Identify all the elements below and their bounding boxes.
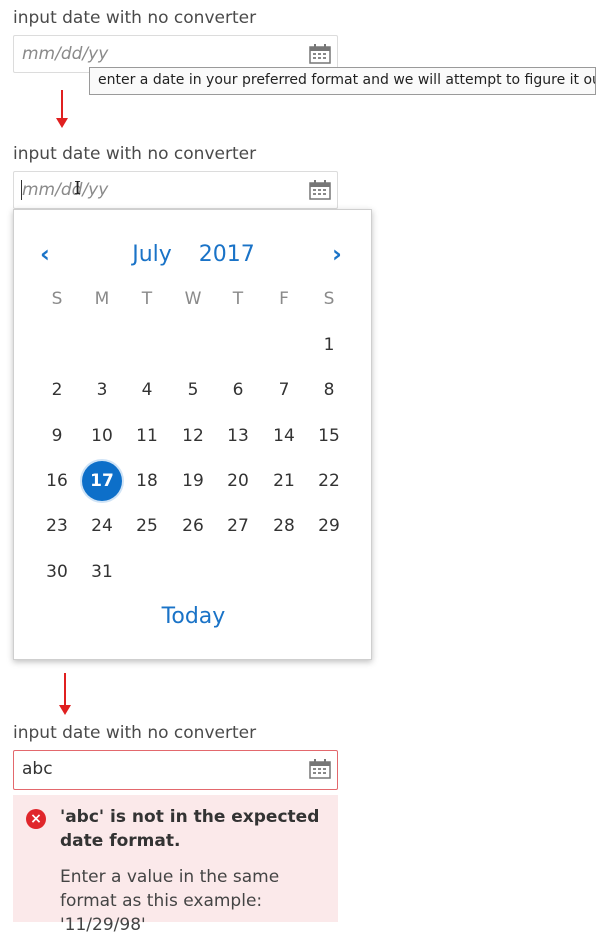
- error-icon: ×: [26, 809, 46, 829]
- weekday-header: M: [94, 289, 110, 309]
- date-field-label-2: input date with no converter: [13, 144, 257, 164]
- calendar-day[interactable]: 27: [218, 508, 258, 544]
- year-selector[interactable]: 2017: [199, 242, 255, 267]
- calendar-day[interactable]: 16: [37, 463, 77, 499]
- calendar-icon[interactable]: [309, 759, 331, 779]
- calendar-day[interactable]: 31: [82, 554, 122, 590]
- weekday-header: S: [51, 289, 63, 309]
- month-selector[interactable]: July: [132, 242, 172, 267]
- calendar-day[interactable]: 30: [37, 554, 77, 590]
- weekday-header: W: [184, 289, 202, 309]
- calendar-day[interactable]: 14: [264, 418, 304, 454]
- calendar-day[interactable]: 22: [309, 463, 349, 499]
- calendar-day[interactable]: 8: [309, 372, 349, 408]
- calendar-day[interactable]: 21: [264, 463, 304, 499]
- down-arrow-icon: [58, 673, 72, 719]
- calendar-day[interactable]: 26: [173, 508, 213, 544]
- calendar-day[interactable]: 4: [127, 372, 167, 408]
- calendar-day[interactable]: 25: [127, 508, 167, 544]
- calendar-day[interactable]: 7: [264, 372, 304, 408]
- today-button[interactable]: Today: [14, 604, 373, 629]
- calendar-day[interactable]: 13: [218, 418, 258, 454]
- calendar-icon[interactable]: [309, 180, 331, 200]
- weekday-header: F: [279, 289, 289, 309]
- input-hint-tooltip: enter a date in your preferred format an…: [89, 67, 596, 95]
- date-picker-popup: ‹ July 2017 › S M T W T F S 1 2 3 4 5 6 7 8 9 10 11 12 13 14…: [13, 209, 372, 660]
- down-arrow-icon: [55, 90, 69, 130]
- date-input-2[interactable]: mm/dd/yy I: [13, 171, 338, 209]
- calendar-day-selected[interactable]: 17: [82, 461, 122, 501]
- calendar-day[interactable]: 10: [82, 418, 122, 454]
- date-placeholder: mm/dd/yy: [22, 180, 109, 200]
- calendar-day[interactable]: 6: [218, 372, 258, 408]
- calendar-day[interactable]: 2: [37, 372, 77, 408]
- month-year-header: July 2017: [14, 242, 373, 267]
- calendar-day[interactable]: 29: [309, 508, 349, 544]
- weekday-header: T: [141, 289, 153, 309]
- next-month-icon[interactable]: ›: [332, 240, 342, 268]
- date-field-label-1: input date with no converter: [13, 8, 257, 28]
- calendar-day[interactable]: 9: [37, 418, 77, 454]
- weekday-header: T: [232, 289, 244, 309]
- calendar-icon[interactable]: [309, 44, 331, 64]
- calendar-day[interactable]: 11: [127, 418, 167, 454]
- calendar-day[interactable]: 20: [218, 463, 258, 499]
- date-input-value: abc: [22, 759, 53, 779]
- calendar-day[interactable]: 23: [37, 508, 77, 544]
- calendar-day[interactable]: 28: [264, 508, 304, 544]
- validation-error-message: × 'abc' is not in the expected date form…: [13, 795, 338, 935]
- calendar-day[interactable]: 18: [127, 463, 167, 499]
- calendar-day[interactable]: 24: [82, 508, 122, 544]
- calendar-day[interactable]: 5: [173, 372, 213, 408]
- calendar-day[interactable]: 1: [309, 327, 349, 363]
- calendar-day[interactable]: 3: [82, 372, 122, 408]
- date-input-3[interactable]: abc: [13, 750, 338, 790]
- calendar-day[interactable]: 12: [173, 418, 213, 454]
- error-detail: Enter a value in the same format as this…: [60, 867, 280, 935]
- weekday-header: S: [323, 289, 335, 309]
- calendar-day[interactable]: 15: [309, 418, 349, 454]
- date-field-label-3: input date with no converter: [13, 723, 257, 743]
- text-cursor-icon: I: [74, 178, 82, 199]
- date-placeholder: mm/dd/yy: [22, 44, 109, 64]
- calendar-day[interactable]: 19: [173, 463, 213, 499]
- error-title: 'abc' is not in the expected date format…: [60, 807, 320, 851]
